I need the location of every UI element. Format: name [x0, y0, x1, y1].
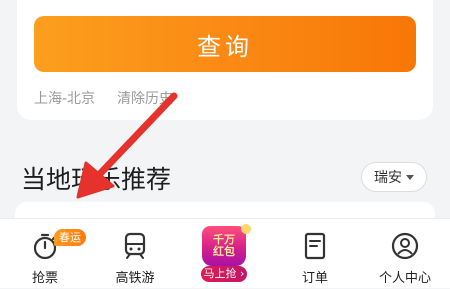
promo-line-2: 红包	[213, 245, 235, 258]
order-icon	[304, 232, 326, 260]
red-envelope-icon: 千万 红包	[202, 226, 246, 266]
city-select-label: 瑞安	[374, 170, 402, 186]
sparkle-icon	[241, 224, 251, 234]
tab-grab-tickets[interactable]: 春运 抢票	[0, 219, 90, 289]
history-item-route[interactable]: 上海-北京	[34, 88, 95, 107]
promo-action-button[interactable]: 马上抢 ›	[201, 266, 247, 282]
search-card: 查询 上海-北京 清除历史	[17, 0, 433, 120]
tab-label-personal-center: 个人中心	[378, 271, 431, 286]
search-history: 上海-北京 清除历史	[34, 88, 173, 107]
search-button[interactable]: 查询	[34, 16, 416, 72]
tab-label-orders: 订单	[301, 271, 328, 286]
caret-down-icon	[406, 174, 414, 180]
section-title: 当地玩乐推荐	[21, 165, 172, 194]
tab-label-grab-tickets: 抢票	[31, 271, 58, 286]
city-select[interactable]: 瑞安	[361, 162, 427, 192]
user-icon	[391, 232, 419, 260]
spring-festival-badge: 春运	[54, 229, 86, 246]
clear-history-link[interactable]: 清除历史	[117, 88, 173, 107]
train-icon	[124, 232, 146, 259]
tab-high-speed-rail-tour[interactable]: 高铁游	[90, 219, 180, 289]
tab-label-high-speed-rail-tour: 高铁游	[115, 271, 155, 286]
tab-personal-center[interactable]: 个人中心	[360, 219, 450, 289]
tab-orders[interactable]: 订单	[270, 219, 360, 289]
red-envelope-promo[interactable]: 千万 红包 马上抢 ›	[193, 224, 255, 284]
